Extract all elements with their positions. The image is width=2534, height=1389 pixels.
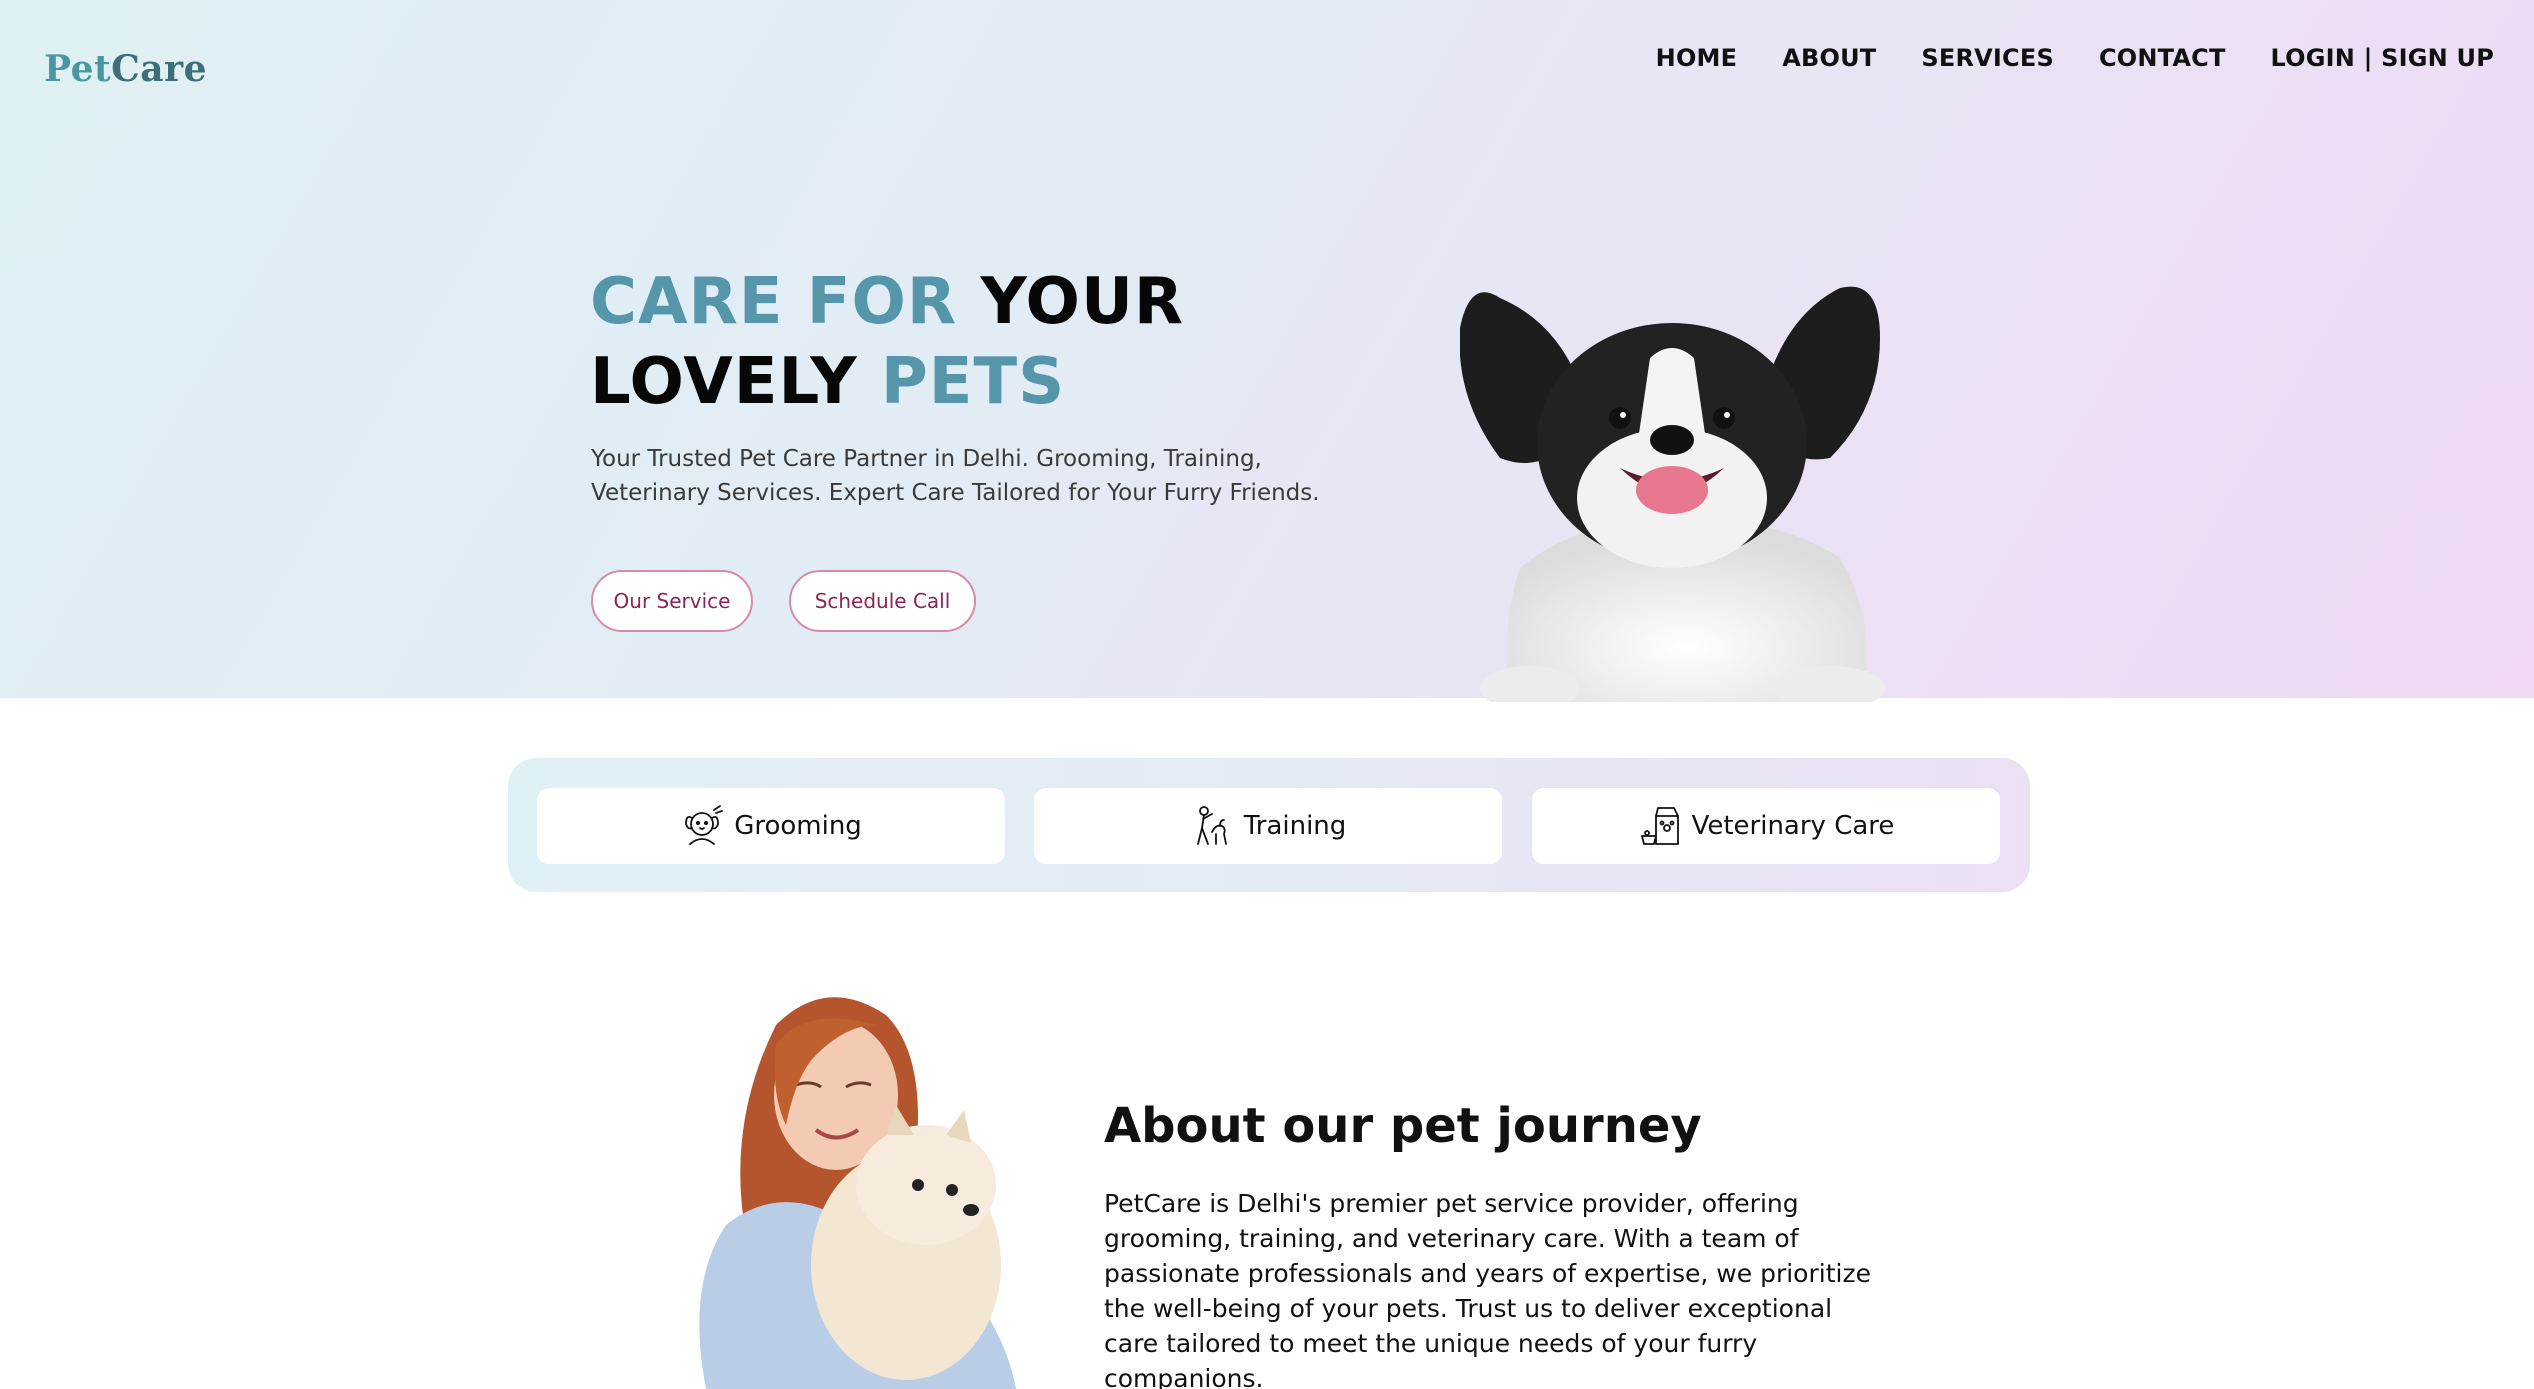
dog-photo — [1460, 286, 1885, 702]
nav-services[interactable]: SERVICES — [1921, 44, 2054, 72]
nav-contact[interactable]: CONTACT — [2099, 44, 2226, 72]
dog-training-icon — [1196, 806, 1227, 845]
service-card-training[interactable]: Training — [1034, 788, 1502, 864]
hero-headline: CARE FOR YOUR LOVELY PETS — [590, 262, 1184, 422]
nav-home[interactable]: HOME — [1656, 44, 1738, 72]
service-card-veterinary-care[interactable]: Veterinary Care — [1532, 788, 2000, 864]
dog-grooming-icon — [685, 805, 724, 845]
headline-pets: PETS — [880, 345, 1066, 419]
brand-logo-part1: Pet — [44, 48, 112, 90]
schedule-call-button[interactable]: Schedule Call — [789, 570, 976, 632]
nav-login-signup[interactable]: LOGIN | SIGN UP — [2271, 44, 2494, 72]
main-nav: HOME ABOUT SERVICES CONTACT LOGIN | SIGN… — [1656, 44, 2494, 72]
hero-tagline: Your Trusted Pet Care Partner in Delhi. … — [591, 446, 1320, 506]
service-card-grooming[interactable]: Grooming — [537, 788, 1005, 864]
service-label-veterinary-care: Veterinary Care — [1691, 811, 1895, 841]
nav-about[interactable]: ABOUT — [1782, 44, 1876, 72]
our-service-button[interactable]: Our Service — [591, 570, 753, 632]
pet-food-icon — [1640, 807, 1679, 845]
headline-lovely: LOVELY — [590, 345, 858, 419]
headline-care-for: CARE FOR — [590, 265, 958, 339]
brand-logo-part2: Care — [111, 48, 207, 90]
brand-logo[interactable]: PetCare — [44, 48, 207, 90]
services-bar: Grooming Training Veterinary Care — [508, 758, 2030, 892]
about-description: PetCare is Delhi's premier pet service p… — [1104, 1189, 1871, 1389]
about-title: About our pet journey — [1104, 1098, 1702, 1154]
headline-your: YOUR — [980, 265, 1185, 339]
hero-section: PetCare HOME ABOUT SERVICES CONTACT LOGI… — [0, 0, 2534, 702]
service-label-training: Training — [1243, 811, 1347, 841]
service-label-grooming: Grooming — [734, 811, 862, 841]
woman-with-dog-photo — [699, 997, 1016, 1389]
